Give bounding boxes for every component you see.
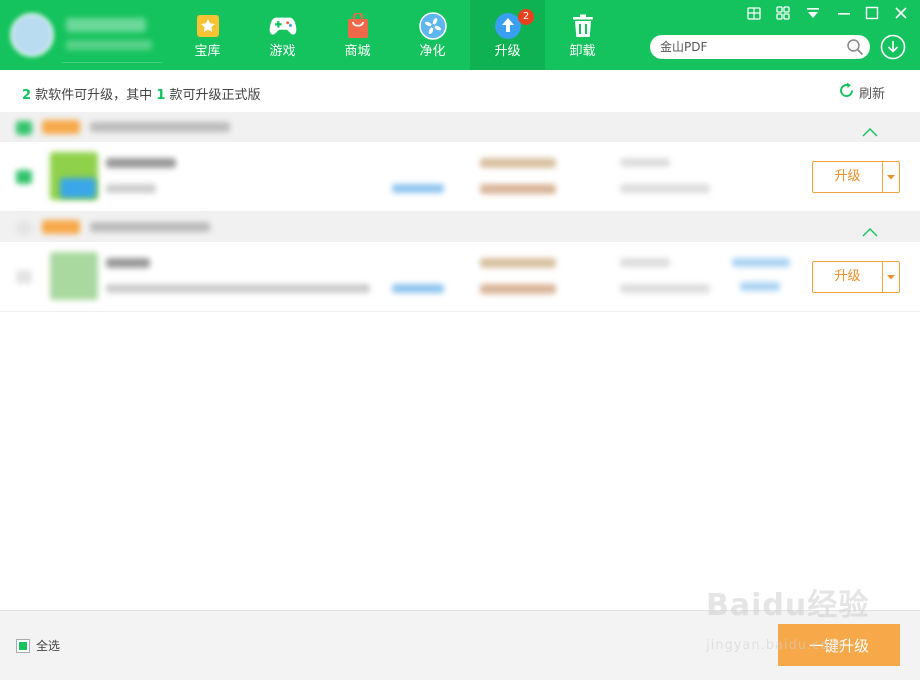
search-icon[interactable] bbox=[846, 38, 864, 56]
upgrade-note[interactable] bbox=[732, 258, 790, 267]
menu-dropdown-icon[interactable] bbox=[805, 5, 821, 21]
nav-label: 商城 bbox=[344, 44, 371, 59]
user-status-blurred bbox=[66, 40, 152, 50]
avatar[interactable] bbox=[10, 13, 54, 57]
file-size bbox=[620, 158, 670, 167]
upgrade-note[interactable] bbox=[740, 282, 780, 291]
app-desc bbox=[106, 284, 370, 293]
app-icon-overlay bbox=[60, 178, 96, 198]
row-checkbox[interactable] bbox=[16, 170, 32, 184]
upgrade-button[interactable]: 升级 bbox=[812, 261, 900, 293]
row-checkbox[interactable] bbox=[16, 270, 32, 284]
nav-label: 卸载 bbox=[569, 44, 596, 59]
update-count-badge: 2 bbox=[518, 9, 534, 25]
nav-item-games[interactable]: 游戏 bbox=[245, 0, 320, 70]
nav-item-store[interactable]: 商城 bbox=[320, 0, 395, 70]
refresh-icon bbox=[838, 82, 855, 103]
chevron-down-icon[interactable] bbox=[883, 262, 899, 292]
nav-item-uninstall[interactable]: 卸载 bbox=[545, 0, 620, 70]
group-tag bbox=[42, 120, 80, 134]
new-version bbox=[480, 184, 556, 194]
refresh-button[interactable]: 刷新 bbox=[838, 82, 885, 103]
details-link[interactable] bbox=[392, 284, 444, 293]
nav-label: 宝库 bbox=[194, 44, 221, 59]
chevron-up-icon[interactable] bbox=[862, 222, 878, 237]
app-name bbox=[106, 258, 150, 268]
nav-label: 净化 bbox=[419, 44, 446, 59]
old-version bbox=[480, 258, 556, 268]
official-count: 1 bbox=[156, 88, 166, 103]
top-bar: 宝库 游戏 商城 净化 2 升级 卸载 金山PDF bbox=[0, 0, 920, 70]
main-nav: 宝库 游戏 商城 净化 2 升级 卸载 bbox=[170, 0, 620, 70]
file-size bbox=[620, 258, 670, 267]
watermark-logo: Baidu经验 bbox=[706, 588, 870, 623]
group-checkbox[interactable] bbox=[16, 121, 32, 135]
nav-label: 升级 bbox=[494, 44, 521, 59]
new-version bbox=[480, 284, 556, 294]
group-title bbox=[90, 122, 230, 132]
app-name bbox=[106, 158, 176, 168]
chevron-up-icon[interactable] bbox=[862, 122, 878, 137]
shopping-bag-icon bbox=[344, 12, 372, 40]
checkbox-checked-icon bbox=[16, 638, 30, 653]
refresh-label: 刷新 bbox=[859, 87, 886, 102]
app-icon bbox=[50, 252, 98, 300]
table-row: 升级 bbox=[0, 142, 920, 212]
group-header bbox=[0, 112, 920, 142]
update-date bbox=[620, 284, 710, 293]
nav-item-treasure[interactable]: 宝库 bbox=[170, 0, 245, 70]
gamepad-icon bbox=[269, 12, 297, 40]
star-icon bbox=[194, 12, 222, 40]
select-all-label: 全选 bbox=[36, 639, 61, 653]
trash-icon bbox=[569, 12, 597, 40]
upgrade-button[interactable]: 升级 bbox=[812, 161, 900, 193]
upgrade-summary: 2 款软件可升级，其中 1 款可升级正式版 bbox=[22, 84, 261, 103]
summary-text: 款可升级正式版 bbox=[165, 88, 261, 103]
watermark-url: jingyan.baidu.com bbox=[706, 638, 843, 653]
group-title bbox=[90, 222, 210, 232]
minimize-icon[interactable] bbox=[836, 5, 852, 21]
search-input[interactable] bbox=[650, 35, 870, 59]
nav-label: 游戏 bbox=[269, 44, 296, 59]
fan-icon bbox=[418, 12, 447, 40]
download-icon[interactable] bbox=[880, 34, 906, 60]
group-tag bbox=[42, 220, 80, 234]
maximize-icon[interactable] bbox=[864, 5, 880, 21]
nav-item-purify[interactable]: 净化 bbox=[395, 0, 470, 70]
skin-icon[interactable] bbox=[746, 5, 762, 21]
user-divider bbox=[62, 62, 162, 63]
upgrade-button-label[interactable]: 升级 bbox=[813, 162, 883, 192]
upgrade-button-label[interactable]: 升级 bbox=[813, 262, 883, 292]
app-desc bbox=[106, 184, 156, 193]
group-header bbox=[0, 212, 920, 242]
update-date bbox=[620, 184, 710, 193]
upgradable-count: 2 bbox=[22, 88, 32, 103]
table-row: 升级 bbox=[0, 242, 920, 312]
watermark: Baidu经验 jingyan.baidu.com bbox=[706, 580, 870, 653]
select-all-checkbox[interactable]: 全选 bbox=[16, 637, 60, 654]
close-icon[interactable] bbox=[893, 5, 909, 21]
details-link[interactable] bbox=[392, 184, 444, 193]
group-checkbox[interactable] bbox=[16, 221, 32, 235]
summary-text: 款软件可升级，其中 bbox=[31, 88, 157, 103]
chevron-down-icon[interactable] bbox=[883, 162, 899, 192]
nav-item-upgrade[interactable]: 2 升级 bbox=[470, 0, 545, 70]
old-version bbox=[480, 158, 556, 168]
username-blurred bbox=[66, 18, 146, 32]
apps-grid-icon[interactable] bbox=[775, 5, 791, 21]
